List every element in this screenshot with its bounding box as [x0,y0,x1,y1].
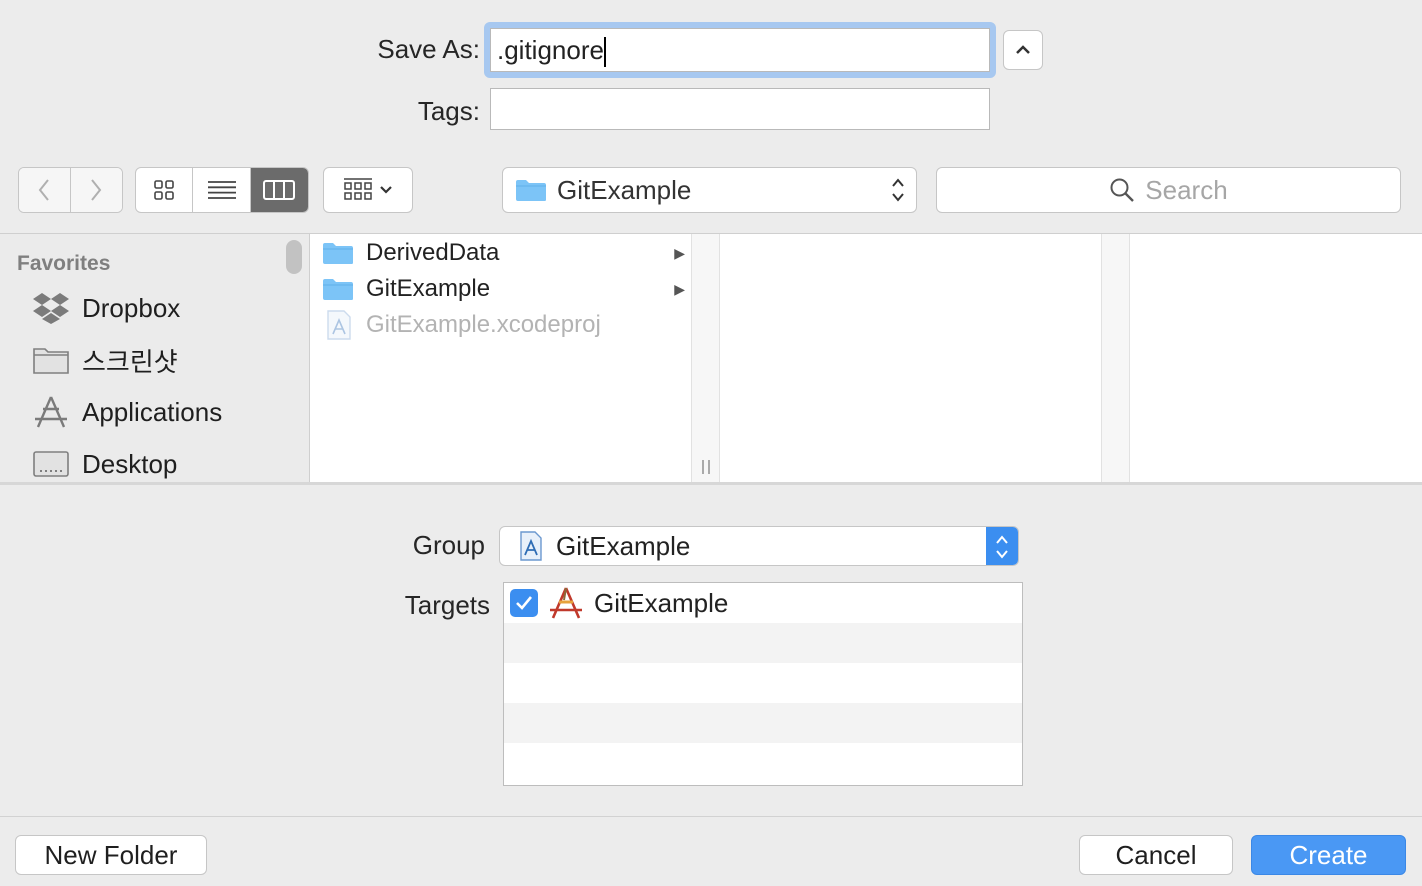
disclosure-arrow-icon: ▶ [674,244,685,261]
item-name: DerivedData [366,239,500,266]
xcodeproj-icon [327,310,351,340]
browser-bottom-divider [0,482,1422,485]
sidebar-section-favorites: Favorites [17,252,111,275]
folder-icon [323,279,353,300]
create-button[interactable]: Create [1251,835,1406,875]
item-name: GitExample [366,275,491,302]
popup-stepper [986,527,1018,565]
view-mode-control [135,167,309,213]
new-folder-button[interactable]: New Folder [15,835,207,875]
chevron-up-icon [1016,45,1030,54]
targets-label: Targets [404,590,490,620]
folder-icon [516,180,546,201]
xcodeproj-icon [520,531,542,561]
group-label: Group [412,530,485,560]
location-popup[interactable]: GitExample [502,167,917,213]
chevron-down-icon [380,186,392,194]
table-row [504,623,1022,663]
sidebar-item-screenshots[interactable]: 스크린샷 [32,334,178,386]
list-item[interactable]: DerivedData ▶ [310,235,691,271]
disclosure-arrow-icon: ▶ [674,280,685,297]
back-forward-control [18,167,123,213]
browser-column-3 [1130,234,1422,482]
cancel-button[interactable]: Cancel [1079,835,1233,875]
updown-chevron-icon [892,178,904,202]
search-field[interactable]: Search [936,167,1401,213]
chevron-left-icon [38,179,50,201]
group-by-icon [344,178,372,200]
folder-icon [323,243,353,264]
folder-icon [33,348,69,374]
sidebar-item-label: Applications [82,396,223,427]
sidebar-item-applications[interactable]: Applications [32,386,222,438]
column-resize-handle-2[interactable] [1101,234,1130,482]
group-value: GitExample [556,530,691,561]
sidebar: Favorites Dropbox 스크린샷 Applications Desk… [0,234,309,482]
column-view-button[interactable] [250,168,308,212]
sidebar-item-label: Dropbox [82,292,181,323]
list-item: GitExample.xcodeproj [310,307,691,343]
search-placeholder: Search [1145,174,1228,205]
updown-chevron-icon [996,535,1008,559]
browser-column-2 [720,234,1101,482]
arrange-button[interactable] [323,167,413,213]
checkmark-icon [516,596,533,610]
collapse-button[interactable] [1003,30,1043,70]
table-row [504,663,1022,703]
app-target-icon [550,587,582,619]
item-name: GitExample.xcodeproj [366,311,601,338]
search-icon [1110,178,1135,202]
sidebar-item-desktop[interactable]: Desktop [32,438,177,482]
save-as-label: Save As: [377,34,480,64]
chevron-right-icon [91,179,102,201]
table-row [504,703,1022,743]
group-popup[interactable]: GitExample [499,526,1019,566]
forward-button[interactable] [70,168,122,212]
column-resize-handle[interactable] [691,234,720,482]
tags-label: Tags: [417,96,480,126]
desktop-icon [33,451,69,477]
bottom-divider [0,816,1422,817]
save-as-value: .gitignore [497,35,604,65]
tags-field[interactable] [490,88,990,130]
table-row[interactable]: GitExample [504,583,1022,623]
icon-view-button[interactable] [136,168,194,212]
sidebar-item-label: 스크린샷 [82,346,178,377]
sidebar-item-dropbox[interactable]: Dropbox [32,282,180,334]
list-view-button[interactable] [193,168,251,212]
target-checkbox[interactable] [510,589,538,617]
columns-icon [263,180,296,200]
targets-list: GitExample [503,582,1023,786]
sidebar-scrollbar[interactable] [286,240,302,274]
applications-icon [35,396,67,428]
save-as-field[interactable]: .gitignore [490,28,990,72]
list-icon [207,181,236,199]
location-label: GitExample [557,174,692,205]
dropbox-icon [33,293,69,324]
sidebar-item-label: Desktop [82,448,178,479]
grid-icon [154,180,174,200]
browser-column-1: DerivedData ▶ GitExample ▶ GitExample.xc… [310,234,691,482]
back-button[interactable] [19,168,71,212]
target-name: GitExample [594,587,729,618]
table-row [504,743,1022,783]
list-item[interactable]: GitExample ▶ [310,271,691,307]
